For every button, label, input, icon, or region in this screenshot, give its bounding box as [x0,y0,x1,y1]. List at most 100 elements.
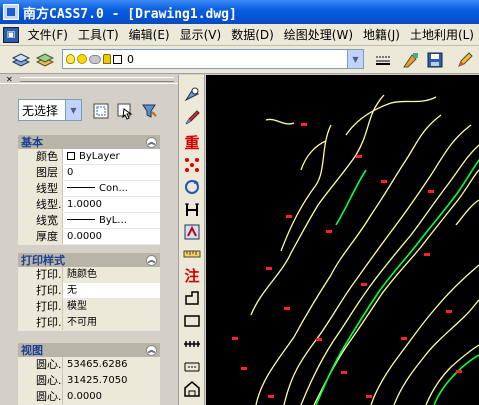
property-row[interactable]: 打印... 无 [18,283,160,299]
property-row[interactable]: 打印... 模型 [18,299,160,315]
property-row[interactable]: 厚度 0.0000 [18,229,160,245]
property-value[interactable]: 53465.6286 [62,357,160,372]
layers-icon[interactable] [10,49,32,71]
menu-tools[interactable]: 工具(T) [73,26,124,43]
property-value[interactable]: ByLayer [62,149,160,164]
property-row[interactable]: 线宽 ByL... [18,213,160,229]
contour-line [393,299,479,405]
section-header-basic[interactable]: 基本 ︽ [18,135,160,149]
property-value[interactable]: 0 [62,165,160,180]
contour-line [265,118,295,125]
layer-toolbar: 0 ▼ [0,46,479,74]
bulb-icon[interactable] [66,54,75,64]
layer-combo[interactable]: 0 ▼ [62,49,364,69]
elevation-mark [232,337,238,340]
menu-data[interactable]: 数据(D) [226,26,279,43]
rotate-icon[interactable] [181,176,203,198]
section-plot-style: 打印样式 ︽ 打印... 随颜色 打印... 无 打印... 模型 打印... … [18,253,160,331]
quick-select-icon[interactable] [90,100,112,122]
property-value[interactable]: 1.0000 [62,197,160,212]
section-header-plot-style[interactable]: 打印样式 ︽ [18,253,160,267]
property-value[interactable]: 随颜色 [62,267,160,282]
property-value[interactable]: 31425.7050 [62,373,160,388]
palette-grip[interactable] [20,77,174,82]
property-value[interactable]: 不可用 [62,315,160,330]
property-value[interactable]: ByL... [62,213,160,228]
menu-cadastre[interactable]: 地籍(J) [358,26,405,43]
property-key: 圆心... [18,389,62,404]
menu-edit[interactable]: 编辑(E) [124,26,175,43]
property-row[interactable]: 圆心... 0.0000 [18,389,160,405]
title-bar: 南方CASS7.0 - [Drawing1.dwg] [0,0,479,24]
document-icon[interactable]: ▣ [3,26,19,43]
select-objects-icon[interactable] [114,100,136,122]
elevation-mark [266,267,272,270]
zoom-icon[interactable] [181,83,203,105]
menu-drawing-process[interactable]: 绘图处理(W) [279,26,358,43]
layer-states-icon[interactable] [34,49,56,71]
property-value[interactable]: 模型 [62,299,160,314]
save-icon[interactable] [424,49,446,71]
property-value[interactable]: 0.0000 [62,229,160,244]
property-key: 线宽 [18,213,62,228]
elevation-mark [424,253,430,256]
contour-line [283,124,472,405]
points-icon[interactable] [181,154,203,176]
collapse-icon[interactable]: ︽ [146,344,157,356]
property-row[interactable]: 圆心... 53465.6286 [18,357,160,373]
linetype-icon[interactable] [372,49,394,71]
section-header-view[interactable]: 视图 ︽ [18,343,160,357]
rect-icon[interactable] [181,310,203,332]
menu-view[interactable]: 显示(V) [175,26,227,43]
house-icon[interactable] [181,378,203,400]
collapse-icon[interactable]: ︽ [146,254,157,266]
elevation-mark [301,123,307,126]
property-row[interactable]: 圆心... 31425.7050 [18,373,160,389]
repeat-glyph[interactable]: 重 [181,131,203,153]
brush-icon[interactable] [181,107,203,129]
property-key: 颜色 [18,149,62,164]
palette-titlebar[interactable]: ✕ [0,75,178,84]
drawing-canvas[interactable] [206,75,479,405]
edit-icon[interactable] [181,221,203,243]
menu-land-use[interactable]: 土地利用(L) [405,26,479,43]
menu-file[interactable]: 文件(F) [23,26,73,43]
elevation-mark [446,310,452,313]
dimension-icon[interactable] [181,356,203,378]
pencil-icon[interactable] [454,49,476,71]
color-swatch-icon [67,152,75,160]
elevation-mark [356,155,362,158]
menu-bar: ▣ 文件(F) 工具(T) 编辑(E) 显示(V) 数据(D) 绘图处理(W) … [0,24,479,46]
sun-icon[interactable] [77,54,87,64]
selection-combo[interactable]: 无选择 ▼ [18,99,82,121]
match-properties-icon[interactable] [400,49,422,71]
property-value[interactable]: Con... [62,181,160,196]
section-view: 视图 ︽ 圆心... 53465.6286 圆心... 31425.7050 圆… [18,343,160,405]
corner-icon[interactable] [181,287,203,309]
property-key: 打印... [18,299,62,314]
property-row[interactable]: 线型 Con... [18,181,160,197]
property-row[interactable]: 颜色 ByLayer [18,149,160,165]
property-value[interactable]: 无 [62,283,160,298]
property-row[interactable]: 线型... 1.0000 [18,197,160,213]
chevron-down-icon[interactable]: ▼ [65,100,81,120]
property-row[interactable]: 打印... 随颜色 [18,267,160,283]
pickadd-icon[interactable] [138,100,160,122]
ruler-icon[interactable] [181,243,203,265]
freeze-icon[interactable] [89,54,101,64]
property-row[interactable]: 图层 0 [18,165,160,181]
app-icon[interactable] [3,4,19,20]
property-value[interactable]: 0.0000 [62,389,160,404]
property-row[interactable]: 打印... 不可用 [18,315,160,331]
elevation-mark [428,190,434,193]
property-key: 厚度 [18,229,62,244]
chevron-down-icon[interactable]: ▼ [347,50,363,68]
text-h-icon[interactable] [181,199,203,221]
annotate-glyph[interactable]: 注 [181,264,203,286]
lock-icon[interactable] [103,54,111,64]
collapse-icon[interactable]: ︽ [146,136,157,148]
close-icon[interactable]: ✕ [6,75,13,84]
fence-icon[interactable] [181,333,203,355]
property-key: 圆心... [18,373,62,388]
section-title-basic: 基本 [21,136,43,149]
